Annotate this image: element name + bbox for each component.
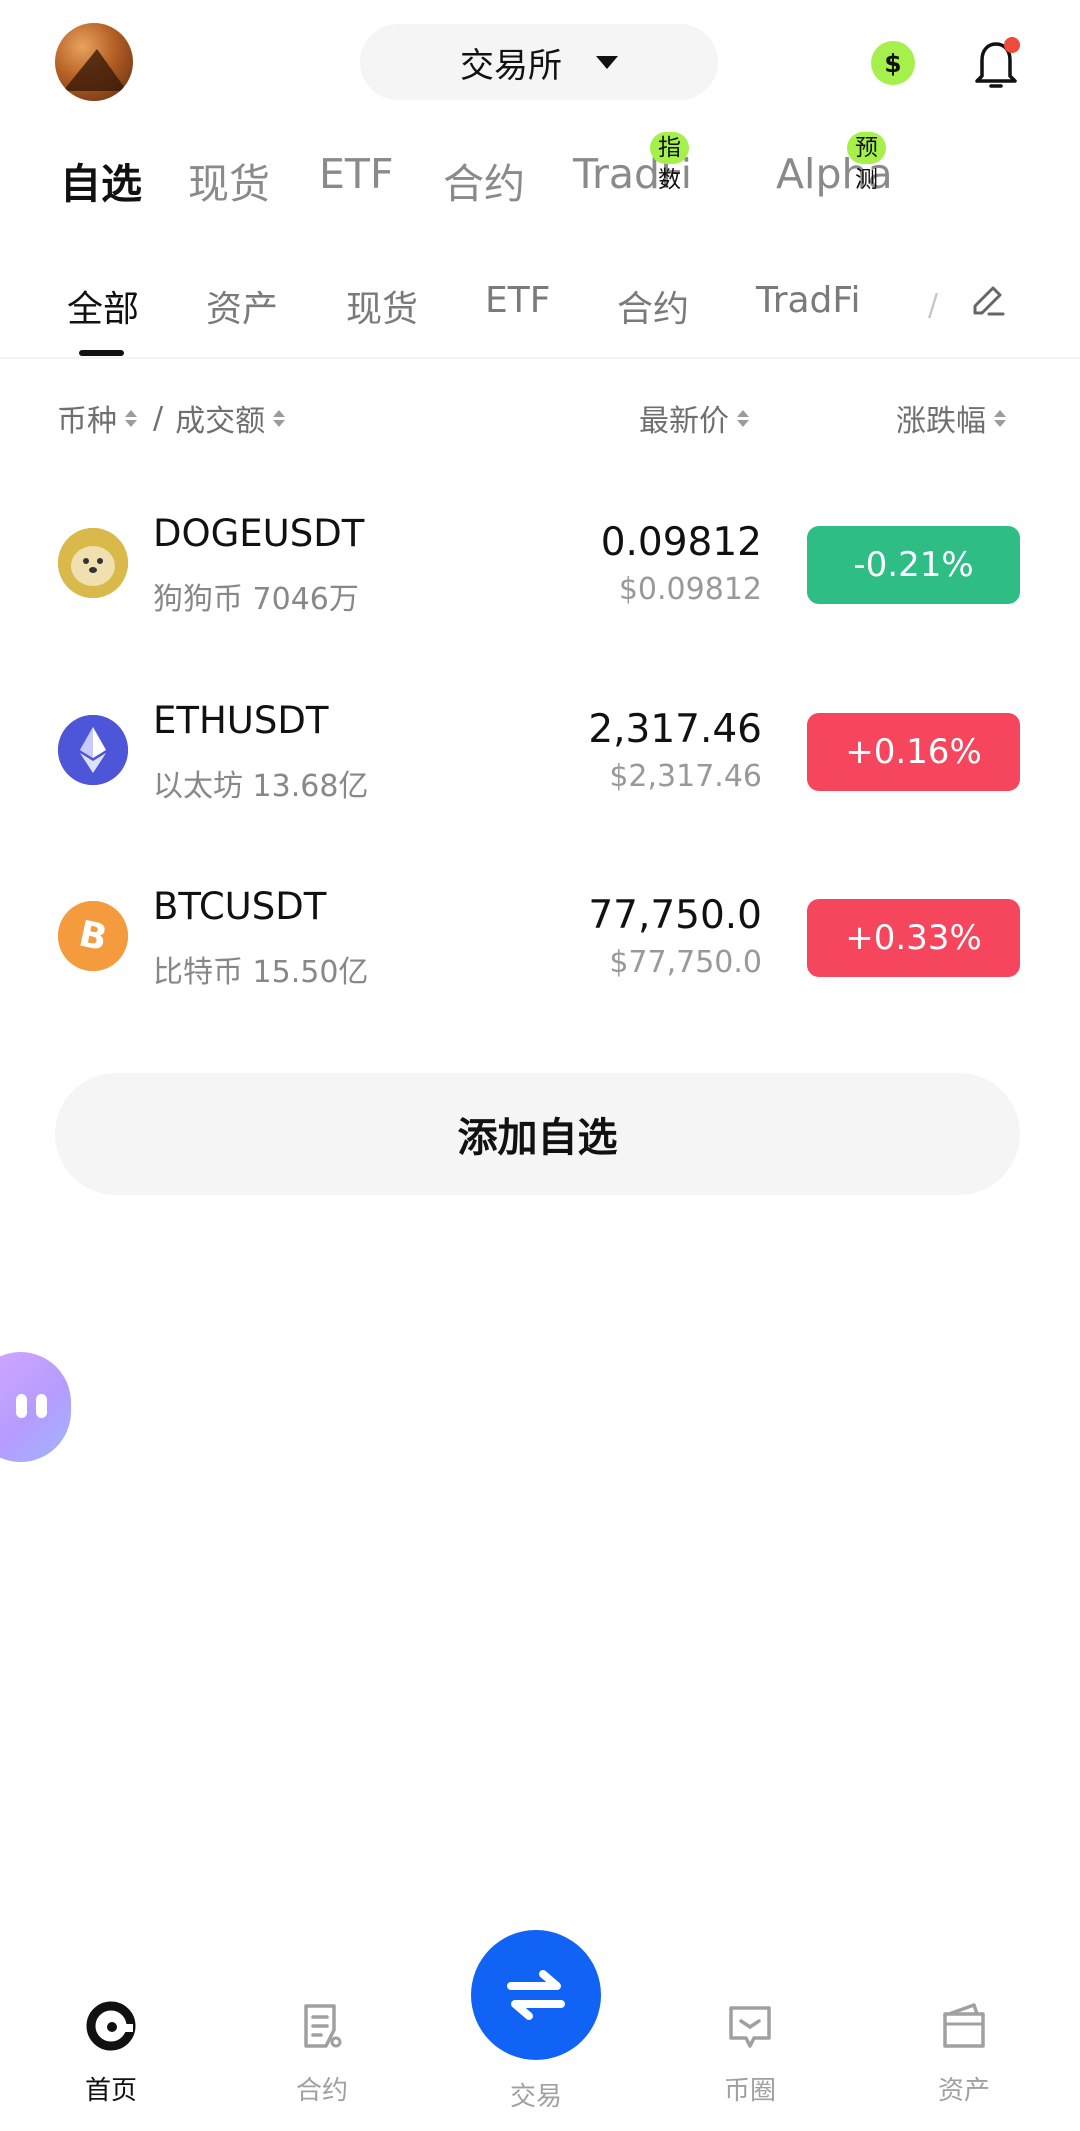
tab-contract[interactable]: 合约	[443, 150, 525, 210]
row-usd-price: $2,317.46	[609, 759, 762, 794]
assistant-bubble[interactable]	[0, 1352, 71, 1462]
row-symbol: BTCUSDT	[153, 885, 327, 928]
notification-dot	[1004, 37, 1020, 53]
edit-icon[interactable]	[967, 281, 1007, 321]
trade-button[interactable]	[471, 1930, 601, 2060]
row-price: 2,317.46	[588, 707, 762, 752]
sort-icon	[273, 409, 286, 427]
row-symbol: DOGEUSDT	[153, 512, 365, 555]
header-change: 涨跌幅	[896, 404, 986, 439]
overflow-fade: /	[928, 288, 939, 323]
change-badge[interactable]: +0.33%	[807, 899, 1020, 977]
change-badge[interactable]: -0.21%	[807, 526, 1020, 604]
subtab-contract[interactable]: 合约	[617, 280, 689, 332]
tab-watchlist[interactable]: 自选	[60, 150, 142, 210]
assistant-eye	[16, 1394, 27, 1418]
header-volume: 成交额	[175, 404, 266, 439]
row-usd-price: $77,750.0	[609, 945, 762, 980]
assistant-eye	[36, 1394, 47, 1418]
nav-assets[interactable]: 资产	[904, 2000, 1024, 2107]
exchange-selector[interactable]: 交易所	[360, 24, 718, 100]
contract-icon	[304, 2004, 342, 2048]
row-subtitle: 狗狗币 7046万	[153, 582, 359, 617]
btc-icon: B	[58, 901, 128, 971]
table-row[interactable]: B BTCUSDT 比特币 15.50亿 77,750.0 $77,750.0 …	[0, 863, 1080, 1013]
subtab-all[interactable]: 全部	[67, 280, 139, 332]
avatar[interactable]	[55, 23, 133, 101]
sort-icon	[125, 409, 137, 427]
row-price: 0.09812	[600, 520, 762, 565]
sort-change[interactable]: 涨跌幅	[896, 396, 1006, 440]
sort-coin-volume[interactable]: 币种 / 成交额	[57, 396, 286, 440]
add-watchlist-button[interactable]: 添加自选	[55, 1073, 1020, 1195]
alpha-prediction-tag: 预测	[847, 132, 886, 193]
swap-icon	[507, 1970, 565, 2020]
doge-icon	[58, 528, 128, 598]
nav-trade-label: 交易	[509, 2082, 562, 2112]
sort-icon	[994, 409, 1006, 427]
tab-etf[interactable]: ETF	[319, 150, 394, 198]
wallet-icon	[943, 2003, 985, 2048]
subtab-assets[interactable]: 资产	[206, 280, 278, 332]
table-row[interactable]: DOGEUSDT 狗狗币 7046万 0.09812 $0.09812 -0.2…	[0, 490, 1080, 640]
tradfi-index-tag: 指数	[650, 132, 689, 193]
dollar-icon[interactable]: $	[871, 41, 915, 85]
eth-icon	[58, 715, 128, 785]
sort-icon	[737, 409, 749, 427]
exchange-label: 交易所	[460, 45, 562, 86]
row-subtitle: 以太坊 13.68亿	[153, 769, 369, 804]
header-last-price: 最新价	[639, 404, 729, 439]
subtab-etf[interactable]: ETF	[485, 280, 550, 321]
sort-last-price[interactable]: 最新价	[639, 396, 749, 440]
row-price: 77,750.0	[588, 893, 762, 938]
nav-contract[interactable]: 合约	[262, 2000, 382, 2107]
change-badge[interactable]: +0.16%	[807, 713, 1020, 791]
row-symbol: ETHUSDT	[153, 699, 329, 742]
nav-home[interactable]: 首页	[51, 2000, 171, 2107]
home-icon	[86, 2001, 136, 2051]
tab-spot[interactable]: 现货	[188, 150, 270, 210]
header-coin: 币种	[57, 404, 117, 439]
community-icon	[729, 2006, 771, 2048]
row-subtitle: 比特币 15.50亿	[153, 955, 369, 990]
caret-down-icon	[596, 55, 618, 69]
nav-community[interactable]: 币圈	[690, 2000, 810, 2107]
divider	[0, 357, 1080, 359]
subtab-tradfi[interactable]: TradFi	[756, 280, 861, 321]
table-row[interactable]: ETHUSDT 以太坊 13.68亿 2,317.46 $2,317.46 +0…	[0, 677, 1080, 827]
subtab-spot[interactable]: 现货	[346, 280, 418, 332]
subtab-active-indicator	[79, 350, 124, 356]
row-usd-price: $0.09812	[618, 572, 762, 607]
